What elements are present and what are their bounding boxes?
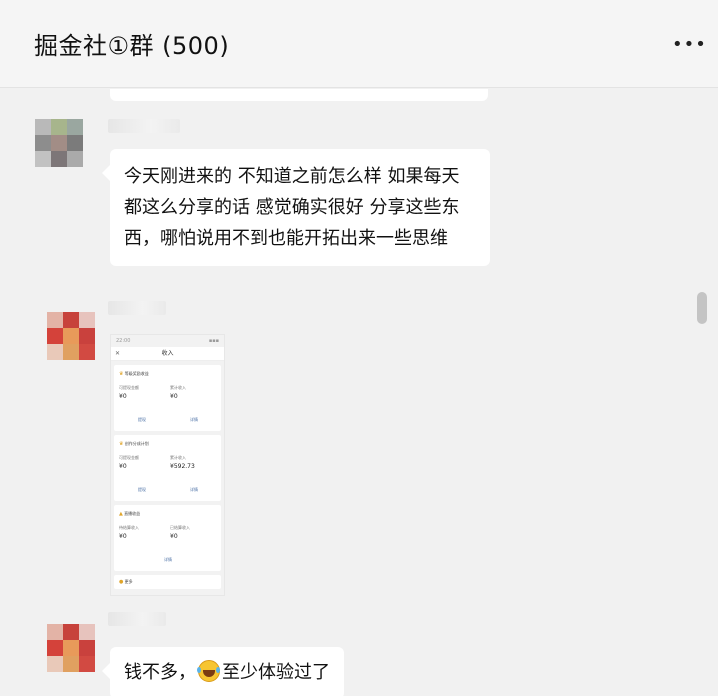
- crown-icon: ♛: [119, 371, 124, 377]
- message-bubble[interactable]: 钱不多， 至少体验过了: [102, 647, 344, 696]
- avatar[interactable]: [47, 624, 95, 672]
- income-card: ♛ 创作分成计划 可提现金额 累计收入 ¥0 ¥592.73 提现 详情: [114, 435, 221, 501]
- phone-status-bar: 22:00 ▪▪▪: [111, 335, 224, 347]
- avatar[interactable]: [47, 312, 95, 360]
- scrollbar-thumb[interactable]: [697, 292, 707, 324]
- sender-name: [108, 301, 166, 315]
- sender-name: [108, 119, 180, 133]
- chat-header: 掘金社①群 (500) •••: [0, 0, 718, 88]
- phone-time: 22:00: [116, 338, 131, 344]
- message-bubble[interactable]: 今天刚进来的 不知道之前怎么样 如果每天都这么分享的话 感觉确实很好 分享这些东…: [102, 149, 490, 266]
- phone-nav-bar: ✕ 收入: [111, 347, 224, 361]
- group-title: 掘金社①群 (500): [34, 32, 230, 60]
- avatar[interactable]: [35, 119, 83, 167]
- image-message[interactable]: 22:00 ▪▪▪ ✕ 收入 ♛ 等级奖励收益 可提现金额 累计收入 ¥0 ¥0…: [110, 334, 225, 596]
- signal-icon: ▪▪▪: [208, 338, 219, 344]
- income-card: ● 更多: [114, 575, 221, 589]
- message-text: 今天刚进来的 不知道之前怎么样 如果每天都这么分享的话 感觉确实很好 分享这些东…: [124, 166, 460, 249]
- crown-icon: ♛: [119, 441, 124, 447]
- laughing-crying-emoji-icon: [197, 660, 220, 682]
- more-icon[interactable]: •••: [672, 36, 707, 54]
- previous-message-bubble[interactable]: [110, 89, 488, 101]
- close-icon: ✕: [115, 350, 121, 357]
- message-text: 钱不多， 至少体验过了: [124, 660, 330, 683]
- sender-name: [108, 612, 166, 626]
- coin-icon: ●: [119, 579, 124, 585]
- warning-icon: ▲: [119, 511, 123, 517]
- phone-nav-title: 收入: [161, 350, 174, 357]
- income-card: ▲ 直播收益 待结算收入 已结算收入 ¥0 ¥0 详情: [114, 505, 221, 571]
- message-list[interactable]: 今天刚进来的 不知道之前怎么样 如果每天都这么分享的话 感觉确实很好 分享这些东…: [0, 89, 718, 696]
- income-card: ♛ 等级奖励收益 可提现金额 累计收入 ¥0 ¥0 提现 详情: [114, 365, 221, 431]
